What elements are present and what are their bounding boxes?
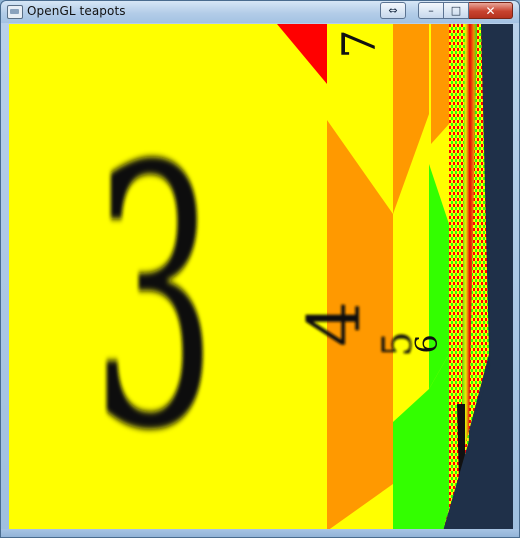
digit-6: 6 [410, 334, 445, 353]
digit-3: 3 [92, 89, 218, 509]
window-bottom-frame [1, 529, 519, 537]
maximize-button[interactable]: □ [444, 2, 469, 19]
tile-orange-small [431, 24, 449, 144]
digit-4: 4 [292, 301, 376, 347]
close-button[interactable]: ✕ [469, 2, 513, 19]
digit-7: 7 [332, 29, 386, 58]
minimize-button[interactable]: – [418, 2, 444, 19]
window-title: OpenGL teapots [27, 4, 126, 18]
application-window: OpenGL teapots ⇔ – □ ✕ 3 4 5 6 7 [0, 0, 520, 538]
digit-6-group: 6 [410, 334, 445, 353]
caption-buttons: ⇔ – □ ✕ [380, 2, 513, 19]
restore-taskbar-button[interactable]: ⇔ [380, 2, 406, 19]
textured-plane-render: 3 4 5 6 7 [9, 24, 513, 531]
app-window-icon[interactable] [7, 5, 23, 19]
opengl-viewport[interactable]: 3 4 5 6 7 [9, 24, 513, 531]
digit-7-group: 7 [332, 29, 386, 58]
digit-4-group: 4 [292, 301, 376, 347]
title-bar[interactable]: OpenGL teapots ⇔ – □ ✕ [1, 1, 519, 23]
